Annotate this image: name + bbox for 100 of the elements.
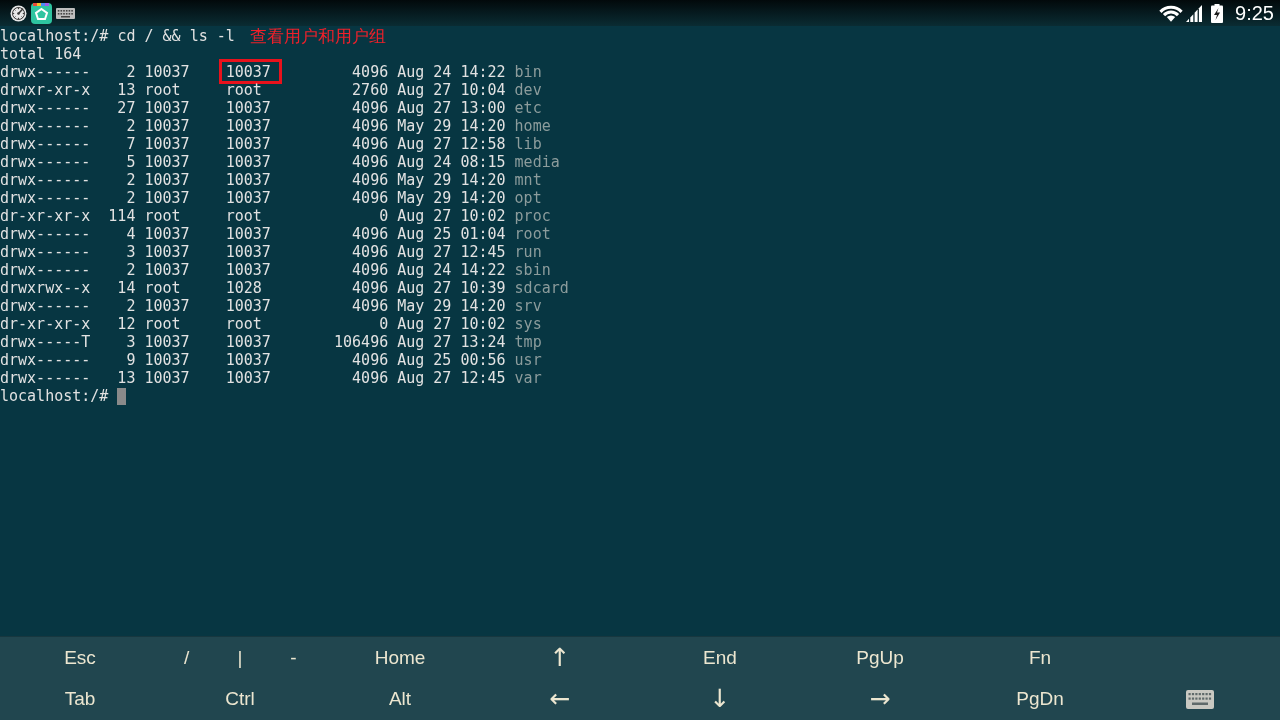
permissions-text: drwxr-xr-x [0,81,91,99]
link-count: 13 [117,81,136,99]
owner-text: 10037 [144,63,190,81]
group-text: root [225,207,262,225]
size-text: 4096 [352,135,389,153]
date-text: Aug 27 10:02 [397,207,506,225]
battery-charging-icon [1211,3,1224,23]
total-text: total 164 [0,45,82,63]
group-text: root [225,81,262,99]
link-count: 9 [126,351,136,369]
key-button[interactable]: Fn [1027,646,1053,669]
filename-text: bin [514,63,542,81]
date-text: Aug 24 14:22 [397,63,506,81]
date-text: Aug 27 13:00 [397,99,506,117]
date-text: Aug 27 12:58 [397,135,506,153]
group-text: 10037 [225,225,271,243]
group-text: 10037 [225,189,271,207]
owner-text: 10037 [144,171,190,189]
date-text: Aug 27 10:04 [397,81,506,99]
date-text: Aug 24 08:15 [397,153,506,171]
filename-text: etc [514,99,542,117]
key-button[interactable]: Tab [63,688,97,711]
key-button[interactable]: PgDn [1015,688,1065,711]
filename-text: mnt [514,171,542,189]
filename-text: var [514,369,542,387]
wifi-icon [1159,4,1184,22]
key-button[interactable]: Esc [63,646,97,669]
permissions-text: drwx------ [0,189,91,207]
clock-time: 9:25 [1235,1,1274,25]
key-button[interactable]: ↓ [708,685,732,714]
date-text: May 29 14:20 [397,117,506,135]
date-text: May 29 14:20 [397,297,506,315]
owner-text: root [144,207,181,225]
key-button[interactable]: Ctrl [224,688,256,711]
key-button[interactable]: PgUp [855,646,905,669]
size-text: 4096 [352,297,389,315]
group-text: 10037 [225,153,271,171]
permissions-text: drwx------ [0,135,91,153]
key-button[interactable]: | [236,646,244,669]
date-text: Aug 27 10:39 [397,279,506,297]
link-count: 2 [126,171,136,189]
prompt-text: localhost:/# [0,387,109,405]
filename-text: media [514,153,560,171]
size-text: 4096 [352,351,389,369]
date-text: May 29 14:20 [397,171,506,189]
key-button[interactable]: - [289,646,298,669]
group-text: 10037 [225,369,271,387]
group-text: 10037 [225,297,271,315]
owner-text: 10037 [144,351,190,369]
link-count: 5 [126,153,136,171]
link-count: 12 [117,315,136,333]
filename-text: home [514,117,551,135]
cursor-block [117,387,127,405]
filename-text: opt [514,189,542,207]
owner-text: 10037 [144,369,190,387]
filename-text: sdcard [514,279,569,297]
key-button[interactable]: / [183,646,191,669]
owner-text: root [144,279,181,297]
date-text: Aug 27 13:24 [397,333,506,351]
annotation-text: 查看用户和用户组 [249,27,386,45]
signal-icon [1186,4,1203,22]
keyboard-icon[interactable] [1186,689,1214,709]
filename-text: usr [514,351,542,369]
key-button[interactable]: End [702,646,738,669]
owner-text: 10037 [144,189,190,207]
group-text: 10037 [225,243,271,261]
owner-text: 10037 [144,243,190,261]
link-count: 14 [117,279,136,297]
size-text: 4096 [352,189,389,207]
key-button[interactable]: → [868,685,892,714]
filename-text: sbin [514,261,551,279]
date-text: Aug 25 00:56 [397,351,506,369]
filename-text: run [514,243,542,261]
owner-text: 10037 [144,117,190,135]
key-button[interactable]: Alt [387,688,413,711]
link-count: 2 [126,63,136,81]
date-text: Aug 27 10:02 [397,315,506,333]
permissions-text: drwxrwx--x [0,279,91,297]
key-button[interactable]: ← [548,685,572,714]
owner-text: 10037 [144,297,190,315]
key-button[interactable]: Home [373,646,427,669]
owner-text: 10037 [144,225,190,243]
group-text: 10037 [225,333,271,351]
date-text: Aug 24 14:22 [397,261,506,279]
date-text: Aug 27 12:45 [397,243,506,261]
dial-icon [10,4,27,22]
key-button[interactable]: ↑ [548,643,572,672]
link-count: 2 [126,297,136,315]
size-text: 4096 [352,117,389,135]
permissions-text: drwx------ [0,171,91,189]
size-text: 4096 [352,279,389,297]
filename-text: root [514,225,551,243]
app-tile-icon [31,2,52,24]
command-text: cd / && ls -l [117,27,235,45]
date-text: Aug 25 01:04 [397,225,506,243]
link-count: 2 [126,117,136,135]
owner-text: 10037 [144,153,190,171]
size-text: 4096 [352,243,389,261]
permissions-text: drwx------ [0,351,91,369]
link-count: 3 [126,333,136,351]
